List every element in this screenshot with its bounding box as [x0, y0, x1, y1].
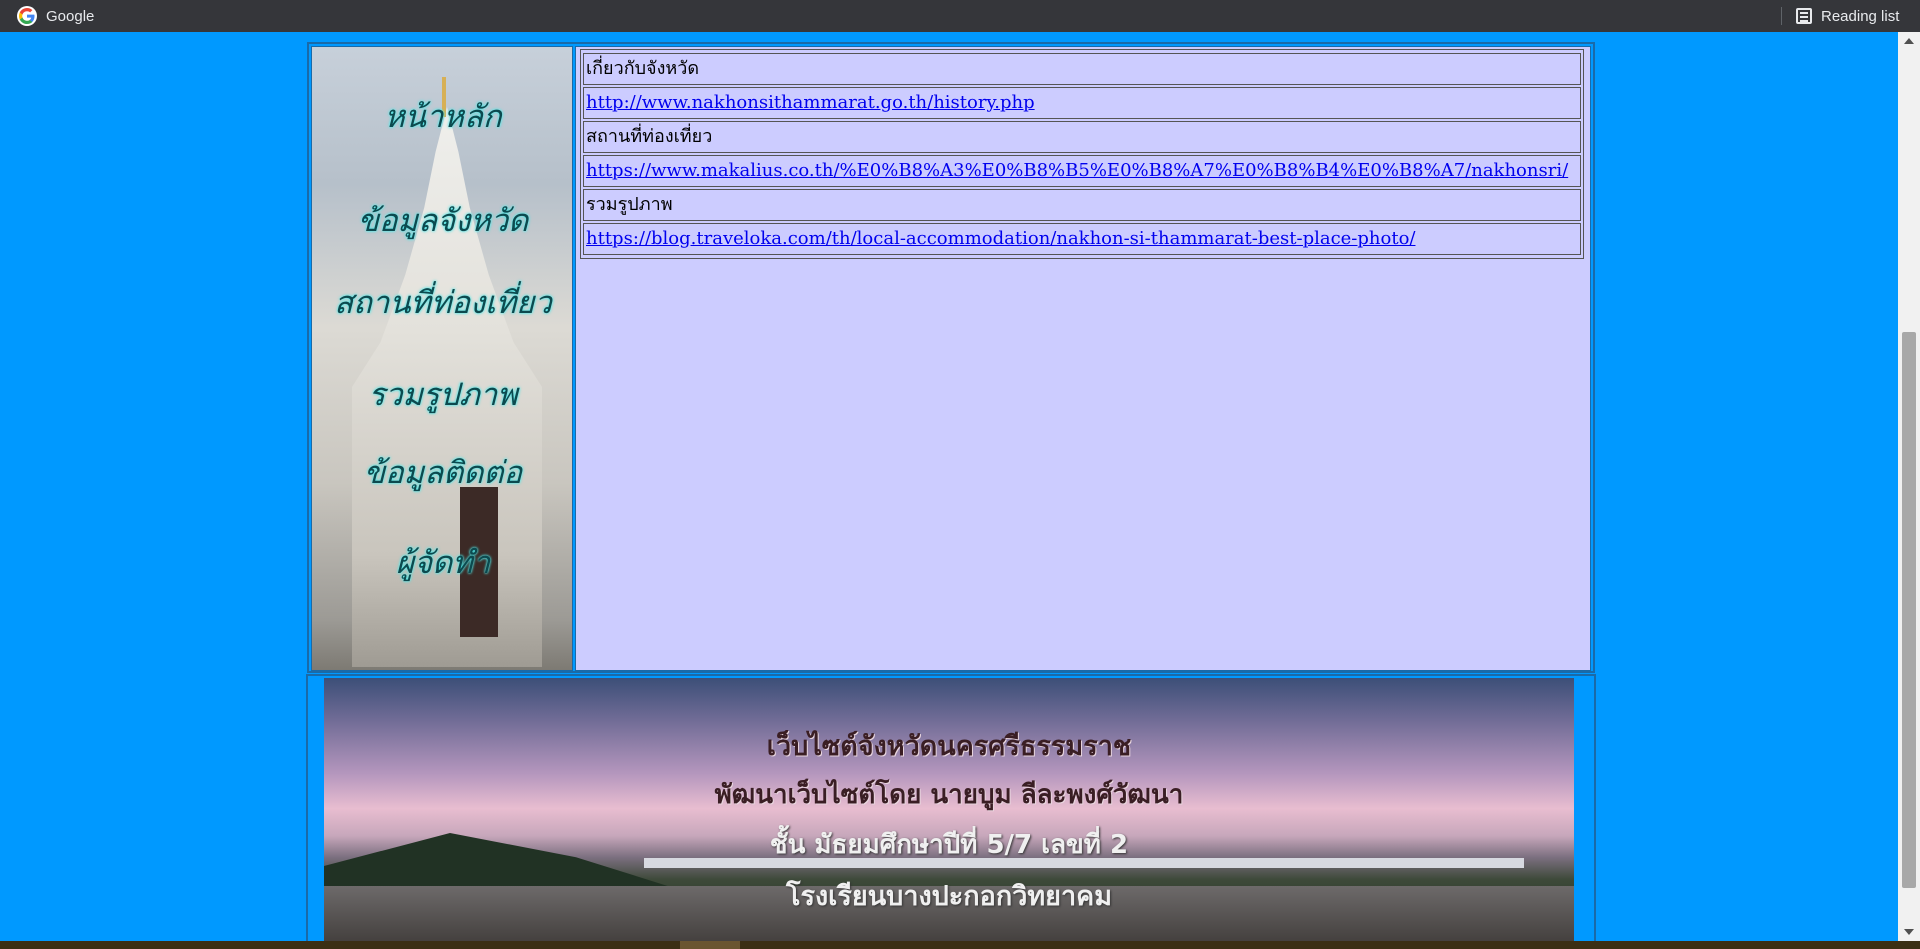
menu-link-province-info[interactable]: ข้อมูลจังหวัด: [312, 195, 572, 245]
reading-list-icon: [1796, 8, 1812, 24]
scroll-up-arrow-icon[interactable]: [1904, 38, 1914, 44]
table-row-link[interactable]: https://blog.traveloka.com/th/local-acco…: [583, 223, 1581, 255]
bookmarks-divider: [1781, 7, 1782, 25]
table-row-heading: รวมรูปภาพ: [583, 189, 1581, 221]
table-row-heading: เกี่ยวกับจังหวัด: [583, 53, 1581, 85]
menu-link-gallery[interactable]: รวมรูปภาพ: [312, 369, 572, 419]
bookmarks-bar: Google Reading list: [0, 0, 1920, 32]
banner-class: ชั้น มัธยมศึกษาปีที่ 5/7 เลขที่ 2: [769, 830, 1129, 860]
reading-list-button[interactable]: Reading list: [1796, 0, 1899, 32]
navigation-menu: หน้าหลัก ข้อมูลจังหวัด สถานที่ท่องเที่ยว…: [311, 46, 573, 671]
page-scrollbar[interactable]: [1898, 32, 1920, 941]
reading-list-label: Reading list: [1821, 7, 1900, 25]
table-row-heading: สถานที่ท่องเที่ยว: [583, 121, 1581, 153]
banner-title: เว็บไซต์จังหวัดนครศรีธรรมราช: [766, 731, 1132, 762]
table-row-link[interactable]: http://www.nakhonsithammarat.go.th/histo…: [583, 87, 1581, 119]
links-table: เกี่ยวกับจังหวัด http://www.nakhonsitham…: [580, 49, 1584, 259]
scrollbar-thumb[interactable]: [1902, 332, 1916, 888]
scroll-down-arrow-icon[interactable]: [1904, 929, 1914, 935]
banner-school: โรงเรียนบางปะกอกวิทยาคม: [785, 881, 1113, 912]
google-icon: [17, 6, 37, 26]
taskbar-active-item[interactable]: [680, 941, 740, 949]
menu-link-home[interactable]: หน้าหลัก: [312, 91, 572, 141]
table-row-link[interactable]: https://www.makalius.co.th/%E0%B8%A3%E0%…: [583, 155, 1581, 187]
menu-link-contact[interactable]: ข้อมูลติดต่อ: [312, 447, 572, 497]
banner-image: เว็บไซต์จังหวัดนครศรีธรรมราช พัฒนาเว็บไซ…: [324, 678, 1574, 941]
content-panel: เกี่ยวกับจังหวัด http://www.nakhonsitham…: [575, 46, 1591, 671]
web-page: หน้าหลัก ข้อมูลจังหวัด สถานที่ท่องเที่ยว…: [0, 32, 1898, 941]
bottom-banner-table: เว็บไซต์จังหวัดนครศรีธรรมราช พัฒนาเว็บไซ…: [306, 674, 1596, 941]
bookmark-google-label: Google: [46, 7, 95, 25]
taskbar: [0, 941, 1920, 949]
menu-link-creator[interactable]: ผู้จัดทำ: [312, 537, 572, 587]
menu-link-attractions[interactable]: สถานที่ท่องเที่ยว: [312, 277, 572, 327]
top-layout-table: หน้าหลัก ข้อมูลจังหวัด สถานที่ท่องเที่ยว…: [307, 42, 1595, 673]
bookmark-google[interactable]: Google: [17, 0, 94, 32]
banner-developer: พัฒนาเว็บไซต์โดย นายบูม ลีละพงศ์วัฒนา: [714, 780, 1184, 810]
